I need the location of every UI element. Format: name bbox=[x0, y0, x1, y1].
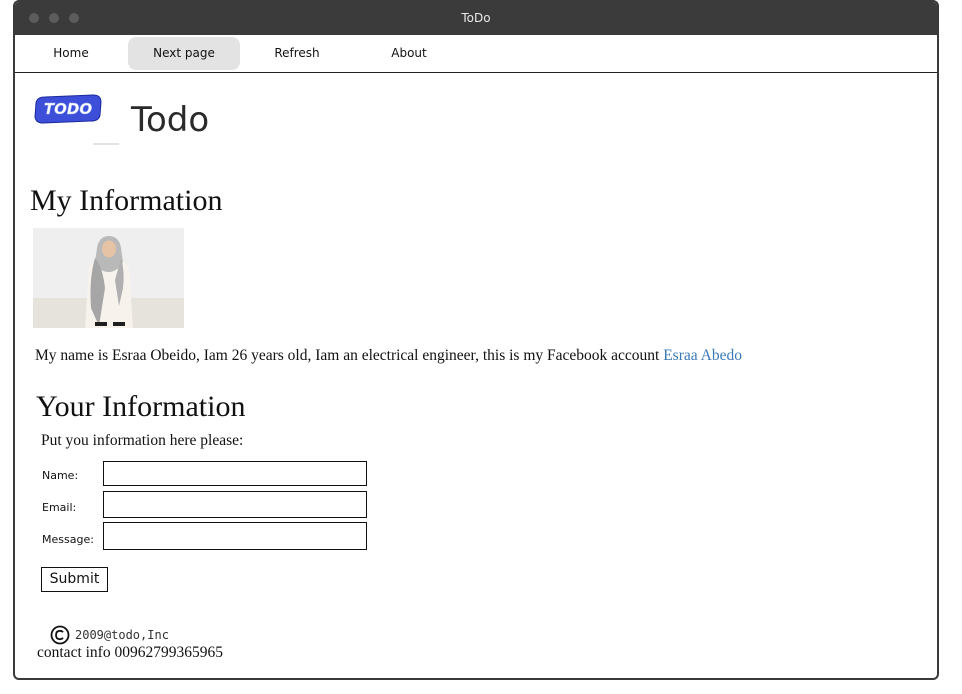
email-input[interactable] bbox=[103, 491, 367, 518]
profile-photo bbox=[33, 228, 184, 328]
facebook-link[interactable]: Esraa Abedo bbox=[663, 347, 742, 364]
copyright-icon bbox=[50, 625, 70, 645]
nav-about[interactable]: About bbox=[353, 37, 465, 70]
svg-text:TODO: TODO bbox=[44, 100, 92, 118]
nav-next-page[interactable]: Next page bbox=[128, 37, 240, 70]
nav-home[interactable]: Home bbox=[15, 37, 127, 70]
submit-button[interactable]: Submit bbox=[41, 567, 108, 592]
window-title: ToDo bbox=[461, 11, 491, 25]
nav-refresh[interactable]: Refresh bbox=[241, 37, 353, 70]
logo-underline bbox=[93, 143, 119, 145]
bio-text: My name is Esraa Obeido, Iam 26 years ol… bbox=[35, 347, 664, 364]
nav-bar: Home Next page Refresh About bbox=[15, 35, 937, 73]
brand-title: Todo bbox=[131, 100, 210, 140]
title-bar: ToDo bbox=[15, 2, 937, 35]
contact-info: contact info 00962799365965 bbox=[37, 644, 223, 661]
todo-logo: TODO bbox=[34, 94, 102, 124]
name-label: Name: bbox=[42, 469, 79, 482]
copyright-text: 2009@todo,Inc bbox=[75, 628, 169, 642]
message-input[interactable] bbox=[103, 522, 367, 550]
your-information-heading: Your Information bbox=[36, 390, 246, 423]
app-window: ToDo Home Next page Refresh About TODO T… bbox=[13, 0, 939, 680]
my-information-heading: My Information bbox=[30, 184, 223, 217]
bio-paragraph: My name is Esraa Obeido, Iam 26 years ol… bbox=[35, 347, 742, 365]
message-label: Message: bbox=[42, 533, 94, 546]
page-content: TODO Todo My Information My name is Esra… bbox=[15, 73, 937, 678]
name-input[interactable] bbox=[103, 461, 367, 486]
email-label: Email: bbox=[42, 501, 77, 514]
form-instruction: Put you information here please: bbox=[41, 432, 244, 449]
